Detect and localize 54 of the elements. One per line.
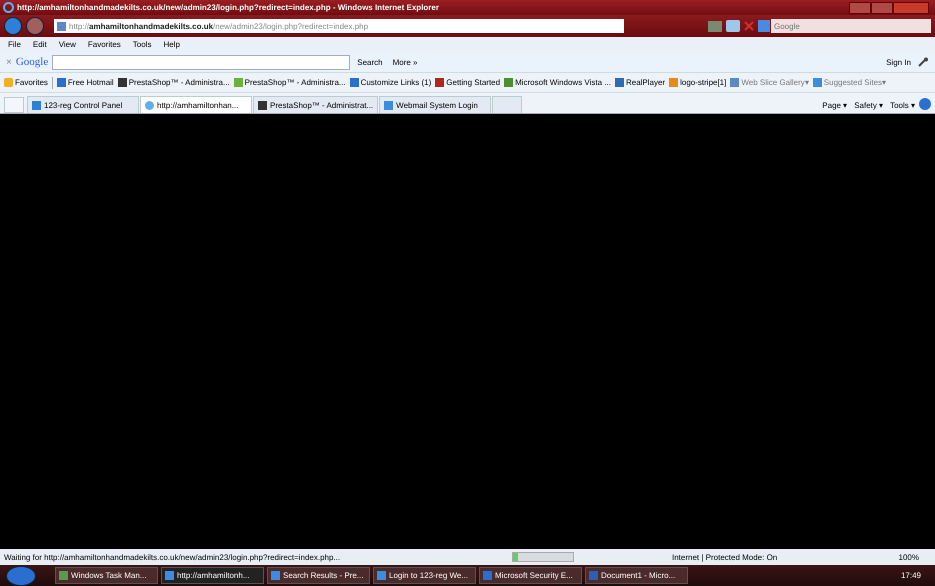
zoom-level[interactable]: 100%	[898, 552, 919, 562]
favorite-link[interactable]: Microsoft Windows Vista ...	[504, 78, 611, 87]
wrench-icon[interactable]	[918, 57, 929, 67]
menu-item[interactable]: Tools	[132, 40, 152, 49]
browser-tab[interactable]: 123-reg Control Panel	[27, 96, 139, 113]
quick-tabs-button[interactable]	[4, 97, 24, 113]
command-menu[interactable]: Page ▾	[819, 101, 850, 110]
taskbar-item[interactable]: Search Results - Pre...	[267, 567, 370, 584]
favorite-link[interactable]: PrestaShop™ - Administra...	[118, 78, 230, 87]
favorite-link[interactable]: logo-stripe[1]	[669, 78, 726, 87]
refresh-icon[interactable]	[726, 20, 740, 32]
google-logo: Google	[16, 56, 48, 68]
command-menu[interactable]: Tools ▾	[887, 101, 918, 110]
favorite-link[interactable]: Web Slice Gallery▾	[730, 78, 809, 87]
menu-item[interactable]: View	[58, 40, 76, 49]
menu-item[interactable]: Favorites	[88, 40, 121, 49]
stop-icon[interactable]	[744, 21, 754, 31]
favorite-link[interactable]: Customize Links (1)	[350, 78, 432, 87]
maximize-button[interactable]	[871, 2, 893, 14]
more-button[interactable]: More »	[390, 58, 420, 66]
window-title: http://amhamiltonhandmadekilts.co.uk/new/admin23/login.php?redirect=index.php - Windows Internet Explorer	[17, 3, 439, 12]
sign-in-button[interactable]: Sign In	[883, 58, 914, 66]
browser-tab[interactable]: http://amhamiltonhan...	[140, 96, 252, 113]
google-search-field[interactable]	[52, 54, 350, 70]
command-menu[interactable]: Safety ▾	[851, 101, 886, 110]
browser-tab[interactable]: Webmail System Login	[379, 96, 492, 113]
favorite-link[interactable]: Free Hotmail	[56, 78, 114, 87]
address-field[interactable]: http://amhamiltonhandmadekilts.co.uk/new/admin23/login.php?redirect=index.php	[54, 19, 624, 33]
minimize-button[interactable]	[849, 2, 871, 14]
start-button[interactable]	[6, 566, 36, 586]
menu-item[interactable]: Help	[163, 40, 180, 49]
taskbar-item[interactable]: Windows Task Man...	[55, 567, 158, 584]
favorite-link[interactable]: RealPlayer	[614, 78, 666, 87]
taskbar-item[interactable]: Microsoft Security E...	[479, 567, 582, 584]
close-button[interactable]	[893, 2, 929, 14]
clock: 17:49	[900, 571, 921, 580]
status-text: Waiting for http://amhamiltonhandmadekilts.co.uk/new/admin23/login.php?redirect=index.php...	[4, 552, 342, 562]
forward-button[interactable]	[26, 17, 44, 35]
taskbar-item[interactable]: Login to 123-reg We...	[373, 567, 476, 584]
search-button[interactable]: Search	[354, 58, 386, 66]
favorites-button[interactable]: Favorites	[4, 78, 48, 87]
back-button[interactable]	[4, 17, 22, 35]
menu-item[interactable]: Edit	[32, 40, 47, 49]
favorite-link[interactable]: PrestaShop™ - Administra...	[234, 78, 346, 87]
browser-tab[interactable]: PrestaShop™ - Administrat...	[253, 96, 378, 113]
menu-item[interactable]: File	[8, 40, 21, 49]
security-zone: Internet | Protected Mode: On	[672, 552, 778, 562]
favorite-link[interactable]: Suggested Sites▾	[812, 78, 886, 87]
search-field[interactable]: Google	[771, 19, 931, 33]
taskbar-item[interactable]: http://amhamiltonh...	[161, 567, 264, 584]
ie-logo-icon	[3, 2, 14, 13]
favorite-link[interactable]: Getting Started	[435, 78, 500, 87]
taskbar-item[interactable]: Document1 - Micro...	[585, 567, 688, 584]
new-tab-button[interactable]	[492, 96, 522, 113]
